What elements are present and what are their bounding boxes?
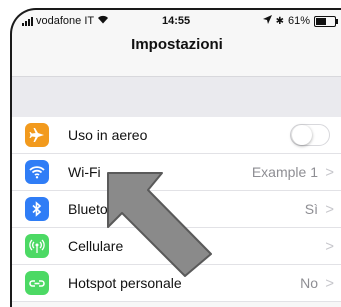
settings-row-airplane-mode[interactable]: Uso in aereo (12, 117, 341, 154)
carrier-label: vodafone IT (36, 15, 95, 27)
signal-strength-icon (22, 16, 33, 26)
bluetooth-status-value: Sì (304, 201, 318, 217)
chevron-right-icon: > (325, 200, 334, 218)
airplane-mode-label: Uso in aereo (68, 127, 148, 143)
battery-percent: 61% (287, 15, 310, 27)
wifi-status-icon (97, 15, 109, 27)
settings-row-cellular[interactable]: Cellulare > (12, 228, 341, 265)
airplane-icon (25, 123, 49, 147)
wifi-network-value: Example 1 (251, 164, 318, 180)
settings-list: Uso in aereo Wi-Fi Example 1 > Blueto Sì (12, 117, 341, 302)
cellular-icon (25, 234, 49, 258)
page-title: Impostazioni (131, 36, 223, 53)
chevron-right-icon: > (325, 274, 334, 292)
location-icon (262, 15, 272, 27)
airplane-mode-toggle[interactable] (290, 124, 330, 146)
clock: 14:55 (162, 15, 191, 27)
chevron-right-icon: > (325, 163, 334, 181)
wifi-label: Wi-Fi (68, 164, 101, 180)
settings-row-hotspot[interactable]: Hotspot personale No > (12, 265, 341, 302)
status-bar: vodafone IT 14:55 ✱ 61% (12, 10, 341, 32)
bluetooth-label: Blueto (68, 201, 108, 217)
hotspot-status-value: No (300, 275, 318, 291)
bluetooth-status-icon: ✱ (275, 15, 284, 27)
phone-screen: vodafone IT 14:55 ✱ 61% Impostazioni Uso… (10, 8, 341, 307)
chevron-right-icon: > (325, 237, 334, 255)
battery-icon (314, 15, 338, 27)
bluetooth-icon (25, 197, 49, 221)
wifi-icon (25, 160, 49, 184)
settings-row-bluetooth[interactable]: Blueto Sì > (12, 191, 341, 228)
hotspot-icon (25, 271, 49, 295)
toggle-knob (292, 125, 312, 145)
hotspot-label: Hotspot personale (68, 275, 182, 291)
settings-row-wifi[interactable]: Wi-Fi Example 1 > (12, 154, 341, 191)
cellular-label: Cellulare (68, 238, 124, 254)
section-spacer (12, 76, 341, 118)
